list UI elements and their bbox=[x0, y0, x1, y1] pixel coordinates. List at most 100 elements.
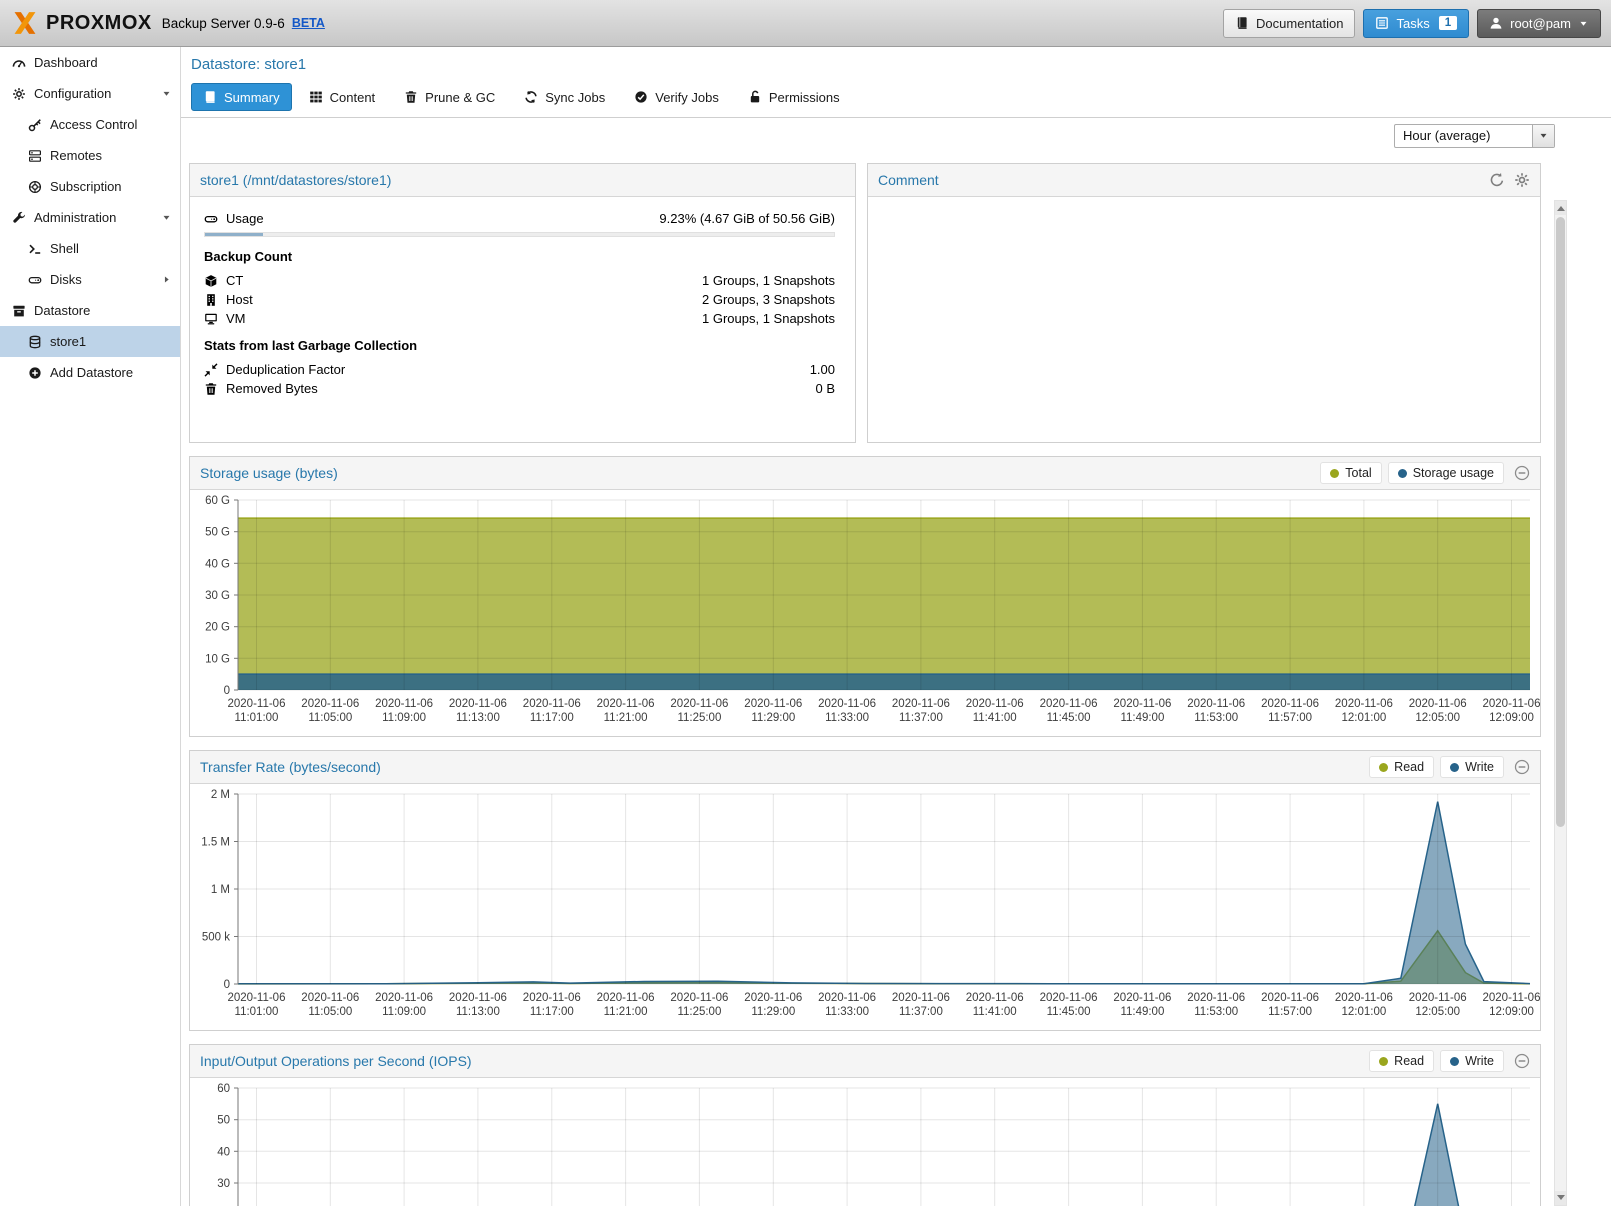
legend-item[interactable]: Read bbox=[1369, 1050, 1434, 1072]
gear-icon[interactable] bbox=[1514, 172, 1530, 188]
refresh-icon[interactable] bbox=[1489, 172, 1505, 188]
tab-prune-gc[interactable]: Prune & GC bbox=[392, 83, 507, 111]
scrollbar-thumb[interactable] bbox=[1556, 217, 1565, 827]
chevron-down-icon[interactable] bbox=[161, 212, 172, 223]
sidebar-item-access-control[interactable]: Access Control bbox=[0, 109, 180, 140]
transfer-rate-chart: 0500 k1 M1.5 M2 M2020-11-0611:01:002020-… bbox=[190, 784, 1540, 1030]
legend-label: Storage usage bbox=[1413, 466, 1494, 480]
book-icon bbox=[1235, 16, 1249, 30]
tasks-list-icon bbox=[1375, 16, 1389, 30]
wrench-icon bbox=[12, 211, 26, 225]
sidebar-item-label: Remotes bbox=[50, 148, 102, 163]
tab-summary[interactable]: Summary bbox=[191, 83, 292, 111]
legend-item[interactable]: Read bbox=[1369, 756, 1434, 778]
book-icon bbox=[203, 90, 217, 104]
legend-item[interactable]: Write bbox=[1440, 756, 1504, 778]
user-icon bbox=[1489, 16, 1503, 30]
legend-item[interactable]: Storage usage bbox=[1388, 462, 1504, 484]
sidebar-item-store1[interactable]: store1 bbox=[0, 326, 180, 357]
combobox-trigger[interactable] bbox=[1532, 125, 1554, 147]
svg-text:11:21:00: 11:21:00 bbox=[604, 1006, 648, 1018]
check-circle-icon bbox=[634, 90, 648, 104]
sidebar-item-remotes[interactable]: Remotes bbox=[0, 140, 180, 171]
legend-item[interactable]: Write bbox=[1440, 1050, 1504, 1072]
legend-dot bbox=[1450, 763, 1459, 772]
svg-text:2020-11-06: 2020-11-06 bbox=[1261, 992, 1319, 1004]
panel-header: Comment bbox=[868, 164, 1540, 197]
removed-bytes-value: 0 B bbox=[815, 381, 835, 396]
scroll-up-button[interactable] bbox=[1555, 201, 1566, 215]
svg-text:11:13:00: 11:13:00 bbox=[456, 1006, 500, 1018]
sidebar-item-label: Add Datastore bbox=[50, 365, 133, 380]
dashboard-icon bbox=[12, 56, 26, 70]
time-range-combobox[interactable]: Hour (average) bbox=[1394, 124, 1555, 148]
sidebar-item-disks[interactable]: Disks bbox=[0, 264, 180, 295]
svg-text:11:09:00: 11:09:00 bbox=[382, 712, 426, 724]
svg-text:2020-11-06: 2020-11-06 bbox=[1040, 698, 1098, 710]
desktop-icon bbox=[204, 312, 218, 326]
svg-text:2020-11-06: 2020-11-06 bbox=[966, 698, 1024, 710]
tab-sync-jobs[interactable]: Sync Jobs bbox=[512, 83, 617, 111]
comment-body[interactable] bbox=[868, 197, 1540, 442]
legend-dot bbox=[1398, 469, 1407, 478]
collapse-icon[interactable] bbox=[1514, 1053, 1530, 1069]
vm-label: VM bbox=[226, 311, 246, 326]
documentation-button[interactable]: Documentation bbox=[1223, 9, 1355, 38]
sidebar-item-shell[interactable]: Shell bbox=[0, 233, 180, 264]
sidebar-item-subscription[interactable]: Subscription bbox=[0, 171, 180, 202]
page-title: Datastore: store1 bbox=[181, 47, 1611, 78]
tab-verify-jobs[interactable]: Verify Jobs bbox=[622, 83, 731, 111]
legend-item[interactable]: Total bbox=[1320, 462, 1381, 484]
host-label: Host bbox=[226, 292, 253, 307]
vertical-scrollbar[interactable] bbox=[1554, 200, 1567, 1206]
svg-text:12:09:00: 12:09:00 bbox=[1489, 712, 1534, 724]
host-row: Host 2 Groups, 3 Snapshots bbox=[204, 290, 835, 309]
product-title: Backup Server 0.9-6 bbox=[162, 16, 285, 31]
proxmox-logo: PROXMOX bbox=[10, 9, 152, 37]
svg-text:2020-11-06: 2020-11-06 bbox=[597, 992, 655, 1004]
svg-text:20 G: 20 G bbox=[205, 622, 230, 634]
svg-text:2020-11-06: 2020-11-06 bbox=[818, 698, 876, 710]
dedup-value: 1.00 bbox=[810, 362, 835, 377]
removed-bytes-label: Removed Bytes bbox=[226, 381, 318, 396]
sidebar-item-label: Datastore bbox=[34, 303, 90, 318]
sidebar-item-datastore[interactable]: Datastore bbox=[0, 295, 180, 326]
tasks-button[interactable]: Tasks 1 bbox=[1363, 9, 1469, 38]
sidebar-item-administration[interactable]: Administration bbox=[0, 202, 180, 233]
svg-text:11:57:00: 11:57:00 bbox=[1268, 712, 1312, 724]
sidebar-item-label: store1 bbox=[50, 334, 86, 349]
beta-link[interactable]: BETA bbox=[292, 16, 325, 30]
collapse-icon[interactable] bbox=[1514, 465, 1530, 481]
svg-text:11:33:00: 11:33:00 bbox=[825, 712, 869, 724]
sidebar-item-configuration[interactable]: Configuration bbox=[0, 78, 180, 109]
usage-label: Usage bbox=[226, 211, 264, 226]
chevron-down-icon[interactable] bbox=[161, 88, 172, 99]
svg-text:2020-11-06: 2020-11-06 bbox=[744, 992, 802, 1004]
svg-text:2020-11-06: 2020-11-06 bbox=[375, 698, 433, 710]
svg-text:11:05:00: 11:05:00 bbox=[308, 1006, 352, 1018]
panel-header: Input/Output Operations per Second (IOPS… bbox=[190, 1045, 1540, 1078]
svg-text:2020-11-06: 2020-11-06 bbox=[818, 992, 876, 1004]
svg-text:2020-11-06: 2020-11-06 bbox=[1483, 698, 1540, 710]
svg-text:2020-11-06: 2020-11-06 bbox=[597, 698, 655, 710]
tab-permissions[interactable]: Permissions bbox=[736, 83, 852, 111]
sidebar-item-dashboard[interactable]: Dashboard bbox=[0, 47, 180, 78]
trash-icon bbox=[204, 382, 218, 396]
chevron-right-icon[interactable] bbox=[161, 274, 172, 285]
sidebar-item-add-datastore[interactable]: Add Datastore bbox=[0, 357, 180, 388]
user-menu-button[interactable]: root@pam bbox=[1477, 9, 1601, 38]
user-menu-label: root@pam bbox=[1510, 16, 1571, 31]
tab-content[interactable]: Content bbox=[297, 83, 388, 111]
svg-text:1.5 M: 1.5 M bbox=[201, 837, 230, 849]
svg-text:11:17:00: 11:17:00 bbox=[530, 712, 574, 724]
collapse-icon[interactable] bbox=[1514, 759, 1530, 775]
svg-text:12:01:00: 12:01:00 bbox=[1342, 1006, 1387, 1018]
svg-text:2020-11-06: 2020-11-06 bbox=[449, 698, 507, 710]
scroll-down-button[interactable] bbox=[1555, 1191, 1566, 1205]
unlock-icon bbox=[748, 90, 762, 104]
svg-text:11:29:00: 11:29:00 bbox=[751, 1006, 795, 1018]
terminal-icon bbox=[28, 242, 42, 256]
usage-progressbar bbox=[204, 232, 835, 237]
svg-text:11:01:00: 11:01:00 bbox=[235, 712, 279, 724]
svg-text:12:05:00: 12:05:00 bbox=[1415, 712, 1460, 724]
